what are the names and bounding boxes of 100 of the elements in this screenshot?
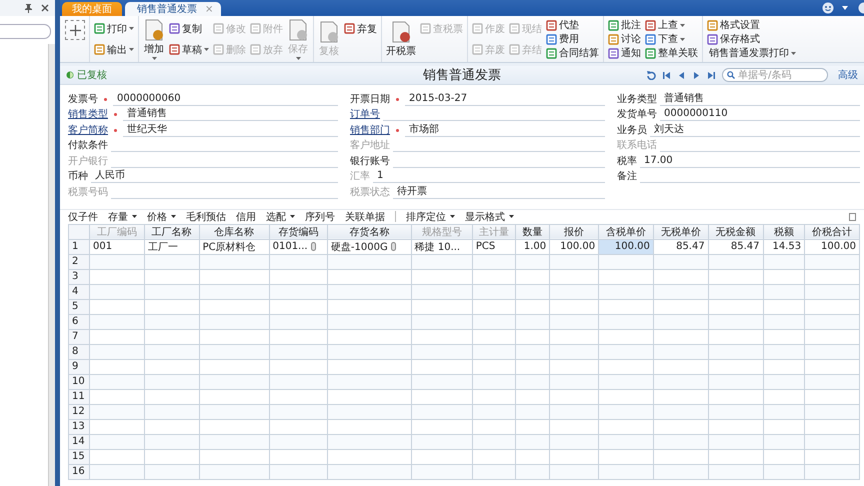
field-label: 备注 (617, 170, 637, 183)
column-header[interactable]: 数量 (515, 224, 550, 239)
lookup-icon[interactable] (310, 242, 316, 251)
row-number: 2 (68, 254, 90, 269)
column-header[interactable]: 报价 (550, 224, 599, 239)
expand-icon[interactable] (849, 212, 856, 220)
add-button[interactable] (65, 20, 85, 40)
advanced-link[interactable]: 高级 (838, 68, 858, 82)
refresh-icon[interactable] (647, 70, 656, 80)
row-number: 1 (68, 239, 90, 254)
table-cell[interactable]: 0101... (269, 239, 328, 254)
input-field[interactable]: 世纪天华 (123, 122, 338, 136)
caret-icon[interactable] (842, 6, 848, 10)
grid-tool-button[interactable]: 显示格式 (465, 210, 514, 224)
toolbar-button[interactable]: 草稿 (169, 42, 209, 56)
next-icon[interactable] (692, 70, 701, 80)
toolbar-button[interactable]: 代垫 (546, 18, 599, 32)
toolbar-button[interactable]: 合同结算 (546, 46, 599, 60)
document-icon (213, 23, 224, 34)
field-label[interactable]: 销售部门 (350, 122, 390, 136)
grid-tool-button[interactable]: 选配 (266, 210, 295, 224)
column-header[interactable]: 无税单价 (653, 224, 708, 239)
search-field[interactable]: 单据号/条码 (722, 68, 828, 82)
toolbar-button[interactable]: 下查 (645, 32, 698, 46)
toolbar-button[interactable]: 弃复 (344, 22, 377, 36)
input-field[interactable]: 0000000060 (113, 92, 338, 106)
toolbar-button[interactable]: 上查 (645, 18, 698, 32)
column-header[interactable]: 价税合计 (804, 224, 860, 239)
column-header[interactable]: 存货名称 (327, 224, 412, 239)
close-icon[interactable] (41, 4, 49, 12)
table-cell[interactable]: 85.47 (653, 239, 708, 254)
column-header[interactable]: 存货编码 (269, 224, 328, 239)
first-page-icon[interactable] (662, 70, 671, 80)
column-header[interactable]: 含税单价 (598, 224, 654, 239)
toolbar-button[interactable]: 费用 (546, 32, 599, 46)
table-cell[interactable]: 1.00 (515, 239, 550, 254)
table-cell[interactable]: 工厂一 (144, 239, 200, 254)
input-field[interactable]: 2015-03-27 (405, 92, 605, 106)
table-cell[interactable]: PCS (472, 239, 516, 254)
input-field[interactable]: 0000000110 (660, 107, 860, 121)
table-cell[interactable]: 稀捷 10... (411, 239, 472, 254)
toolbar-button[interactable]: 格式设置 (707, 18, 796, 32)
table-cell[interactable]: 14.53 (763, 239, 805, 254)
grid-tool-button[interactable]: 关联单据 (345, 210, 385, 224)
input-field[interactable]: 1 (373, 169, 605, 183)
toolbar-button[interactable]: 保存格式 (707, 32, 796, 46)
table-cell[interactable]: 硬盘-1000G (327, 239, 412, 254)
pin-icon[interactable] (24, 3, 33, 13)
grid-tool-button[interactable]: 价格 (147, 210, 176, 224)
input-field[interactable]: 普通销售 (123, 107, 338, 121)
toolbar-button[interactable]: 批注 (608, 18, 641, 32)
input-field[interactable]: 市场部 (405, 122, 605, 136)
row-number: 13 (68, 419, 90, 434)
toolbar-button[interactable]: 打印 (94, 22, 134, 36)
column-header[interactable]: 税额 (763, 224, 805, 239)
smiley-icon[interactable] (822, 2, 834, 14)
scrollbar[interactable] (48, 44, 55, 486)
toolbar-button[interactable]: 整单关联 (645, 46, 698, 60)
field-label: 付款条件 (68, 139, 108, 152)
table-cell[interactable]: 001 (90, 239, 144, 254)
document-icon (169, 44, 180, 55)
field-label[interactable]: 客户简称 (68, 122, 108, 136)
table-cell[interactable]: 100.00 (804, 239, 860, 254)
toolbar-button[interactable]: 销售普通发票打印 (707, 46, 796, 60)
toolbar-button[interactable]: 通知 (608, 46, 641, 60)
toolbar-button[interactable]: 讨论 (608, 32, 641, 46)
input-field[interactable]: 刘天达 (650, 122, 860, 136)
table-cell[interactable]: 85.47 (708, 239, 764, 254)
grid-tool-button[interactable]: 毛利预估 (186, 210, 226, 224)
grid-tool-button[interactable]: 序列号 (305, 210, 335, 224)
tab[interactable]: 销售普通发票 × (125, 2, 222, 16)
field-label[interactable]: 销售类型 (68, 107, 108, 121)
grid-tool-button[interactable]: 存量 (108, 210, 137, 224)
table-cell[interactable]: PC原材料仓 (199, 239, 270, 254)
document-icon (250, 23, 261, 34)
grid-tool-button[interactable]: 排序定位 (406, 210, 455, 224)
search-field[interactable] (0, 24, 51, 39)
lookup-icon[interactable] (390, 242, 396, 252)
plus-icon (70, 24, 80, 36)
column-header[interactable]: 工厂名称 (144, 224, 200, 239)
input-field[interactable]: 普通销售 (660, 92, 860, 106)
field-label: 币种 (68, 170, 88, 183)
input-field[interactable]: 17.00 (640, 154, 860, 168)
toolbar-button[interactable]: 复制 (169, 22, 209, 36)
last-page-icon[interactable] (707, 70, 716, 80)
field-label[interactable]: 订单号 (350, 107, 380, 121)
grid-tool-button[interactable]: 仅子件 (68, 210, 98, 224)
row-number: 12 (68, 404, 90, 419)
toolbar-button[interactable]: 增加 (143, 18, 165, 60)
document-icon (546, 34, 557, 44)
toolbar-button[interactable]: 输出 (94, 42, 134, 56)
column-header[interactable]: 无税金额 (708, 224, 764, 239)
column-header[interactable]: 仓库名称 (199, 224, 270, 239)
table-cell[interactable]: 100.00 (598, 239, 654, 254)
input-field[interactable]: 人民币 (91, 169, 338, 183)
input-field[interactable]: 待开票 (393, 184, 605, 198)
grid-tool-button[interactable]: 信用 (236, 210, 256, 224)
toolbar-button[interactable]: 开税票 (386, 20, 416, 58)
document-icon (707, 34, 718, 44)
previous-icon[interactable] (677, 70, 686, 80)
